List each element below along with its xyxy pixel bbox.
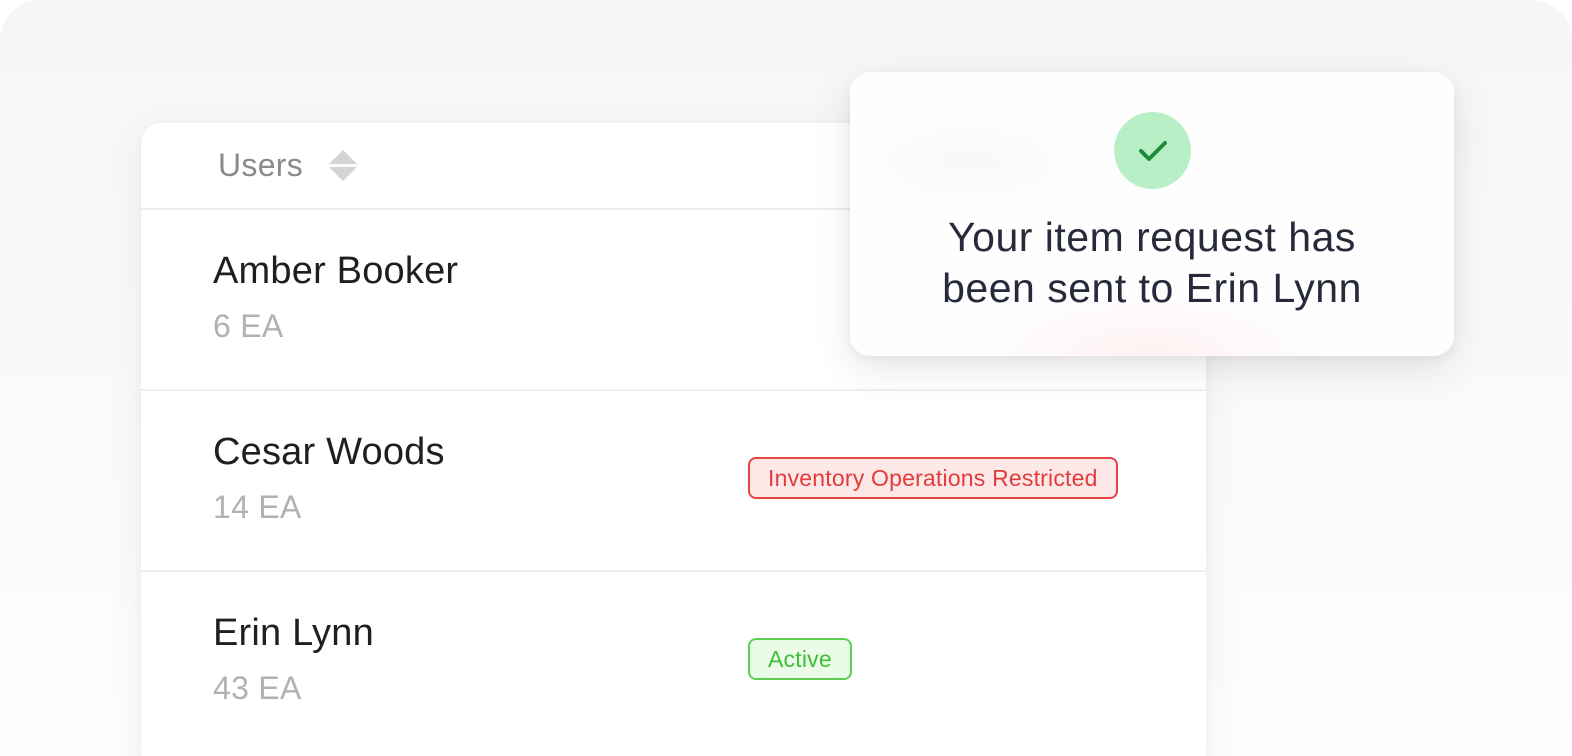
check-icon	[1138, 140, 1167, 161]
user-name: Erin Lynn	[213, 612, 374, 654]
user-name: Amber Booker	[213, 250, 459, 292]
success-toast: Your item request has been sent to Erin …	[850, 72, 1454, 356]
user-name: Cesar Woods	[213, 431, 445, 473]
sort-icon[interactable]	[329, 148, 358, 184]
toast-message-line-1: Your item request has	[948, 214, 1356, 260]
table-row[interactable]: Erin Lynn 43 EA Active	[141, 572, 1206, 753]
page-background: Users Amber Booker 6 EA Cesar Woods 14 E…	[0, 0, 1572, 756]
toast-message: Your item request has been sent to Erin …	[850, 212, 1454, 314]
sort-ascending-icon	[329, 150, 358, 164]
success-indicator	[1114, 112, 1191, 189]
toast-message-line-2: been sent to Erin Lynn	[942, 265, 1362, 311]
sort-descending-icon	[329, 167, 358, 181]
status-badge-restricted: Inventory Operations Restricted	[748, 457, 1118, 499]
status-badge-active: Active	[748, 638, 852, 680]
user-quantity: 14 EA	[213, 489, 302, 525]
table-row[interactable]: Cesar Woods 14 EA Inventory Operations R…	[141, 391, 1206, 572]
user-quantity: 6 EA	[213, 308, 284, 344]
user-quantity: 43 EA	[213, 670, 302, 706]
users-column-header[interactable]: Users	[218, 147, 303, 184]
